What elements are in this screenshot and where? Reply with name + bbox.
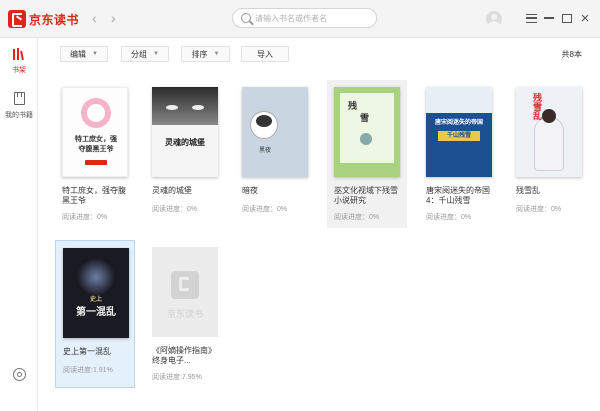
book-title: 巫文化视域下残雪小说研究 <box>334 186 398 205</box>
book-item[interactable]: 唐宋阅迷失的帝国 千山残雪 唐宋阅迷失的帝国4：千山残雪 阅读进度：0% <box>419 80 499 228</box>
book-item[interactable]: 黑夜 暗夜 阅读进度：0% <box>235 80 315 228</box>
book-title: 特工庶女，强夺腹黑王爷 <box>62 186 126 205</box>
book-item[interactable]: 灵魂的城堡 灵魂的城堡 阅读进度：0% <box>145 80 225 228</box>
cover-title: 夺腹黑王爷 <box>78 144 114 153</box>
toolbar: 编辑 ▼ 分组 ▼ 排序 ▼ 导入 共8本 <box>60 46 590 62</box>
bookshelf-grid: 特工庶女，强 夺腹黑王爷 特工庶女，强夺腹黑王爷 阅读进度：0% 灵魂的城堡 灵… <box>55 80 595 400</box>
book-item[interactable]: 残雪乱 残雪乱 阅读进度：0% <box>509 80 589 228</box>
maximize-button[interactable] <box>559 10 575 26</box>
search-input[interactable] <box>255 11 370 25</box>
book-item[interactable]: 京东读书 《阿嫡操作指南》终身电子... 阅读进度:7.95% <box>145 240 225 388</box>
cover-title: 史上 <box>89 297 102 303</box>
book-progress: 阅读进度：0% <box>334 214 380 221</box>
book-item[interactable]: 残 雪 巫文化视域下残雪小说研究 阅读进度：0% <box>327 80 407 228</box>
sidebar-item-my-books[interactable]: 我的书籍 <box>0 91 38 120</box>
book-title: 史上第一混乱 <box>63 347 111 356</box>
cover-art <box>77 258 115 296</box>
book-title: 《阿嫡操作指南》终身电子... <box>152 346 216 365</box>
book-title: 唐宋阅迷失的帝国4：千山残雪 <box>426 186 490 205</box>
book-title: 残雪乱 <box>516 186 540 195</box>
book-item[interactable]: 史上 第一混乱 史上第一混乱 阅读进度:1.91% <box>55 240 135 388</box>
book-icon <box>13 91 25 105</box>
cover-title: 千山残雪 <box>438 131 480 141</box>
book-item[interactable]: 特工庶女，强 夺腹黑王爷 特工庶女，强夺腹黑王爷 阅读进度：0% <box>55 80 135 228</box>
cover-art <box>152 87 218 125</box>
sidebar-item-label: 我的书籍 <box>5 112 33 119</box>
cover-title: 特工庶女，强 <box>75 134 117 143</box>
book-cover: 史上 第一混乱 <box>63 248 129 338</box>
search-box <box>232 8 377 28</box>
book-cover: 特工庶女，强 夺腹黑王爷 <box>62 87 128 177</box>
book-progress: 阅读进度:1.91% <box>63 367 113 374</box>
sort-dropdown[interactable]: 排序 ▼ <box>181 46 230 62</box>
group-dropdown[interactable]: 分组 ▼ <box>121 46 169 62</box>
user-avatar[interactable] <box>486 11 502 27</box>
book-progress: 阅读进度:7.95% <box>152 374 202 381</box>
book-progress: 阅读进度：0% <box>516 206 562 213</box>
import-button[interactable]: 导入 <box>241 46 289 62</box>
chevron-down-icon: ▼ <box>213 51 220 57</box>
book-cover: 残雪乱 <box>516 87 582 177</box>
back-button[interactable]: ‹ <box>92 10 97 26</box>
book-progress: 阅读进度：0% <box>242 206 288 213</box>
forward-button[interactable]: › <box>111 10 116 26</box>
cover-art <box>534 117 564 171</box>
book-title: 灵魂的城堡 <box>152 186 192 195</box>
cover-title: 残雪乱 <box>531 93 541 120</box>
cover-title: 残 <box>348 102 358 112</box>
search-icon[interactable] <box>241 13 251 23</box>
settings-gear-icon[interactable] <box>13 368 26 381</box>
menu-icon <box>525 13 537 23</box>
cover-title: 雪 <box>360 114 370 124</box>
jd-read-logo-icon <box>8 10 26 28</box>
close-button[interactable]: × <box>577 10 593 26</box>
book-count: 共8本 <box>561 50 582 59</box>
edit-dropdown[interactable]: 编辑 ▼ <box>60 46 108 62</box>
cover-title: 灵魂的城堡 <box>165 137 205 147</box>
book-progress: 阅读进度：0% <box>62 214 108 221</box>
bookshelf-icon <box>13 48 25 61</box>
minimize-button[interactable] <box>541 10 557 26</box>
chevron-down-icon: ▼ <box>92 51 98 57</box>
book-cover: 唐宋阅迷失的帝国 千山残雪 <box>426 87 492 177</box>
minimize-icon <box>544 17 554 19</box>
book-cover: 残 雪 <box>334 87 400 177</box>
sidebar-item-label: 书架 <box>12 67 26 74</box>
cover-title: 黑夜 <box>258 148 271 154</box>
cover-title: 京东读书 <box>166 309 203 319</box>
book-progress: 阅读进度：0% <box>426 214 472 221</box>
menu-button[interactable] <box>523 10 539 26</box>
maximize-icon <box>562 13 572 23</box>
group-label: 分组 <box>131 49 148 59</box>
book-cover: 灵魂的城堡 <box>152 87 218 177</box>
app-logo-text: 京东读书 <box>29 12 80 27</box>
book-cover: 京东读书 <box>152 247 218 337</box>
app-logo: 京东读书 <box>8 9 79 29</box>
book-progress: 阅读进度：0% <box>152 206 198 213</box>
edit-label: 编辑 <box>70 49 87 59</box>
sort-label: 排序 <box>191 49 208 59</box>
cover-title: 第一混乱 <box>76 307 116 318</box>
close-icon: × <box>580 9 590 27</box>
book-title: 暗夜 <box>242 186 258 195</box>
sidebar-item-bookshelf[interactable]: 书架 <box>0 46 38 75</box>
import-label: 导入 <box>257 49 273 59</box>
cover-art <box>426 87 492 113</box>
sidebar: 书架 我的书籍 <box>0 38 38 411</box>
cover-title: 唐宋阅迷失的帝国 <box>434 120 483 126</box>
book-cover: 黑夜 <box>242 87 308 177</box>
chevron-down-icon: ▼ <box>153 51 159 57</box>
title-bar: 京东读书 ‹ › × <box>0 0 600 38</box>
